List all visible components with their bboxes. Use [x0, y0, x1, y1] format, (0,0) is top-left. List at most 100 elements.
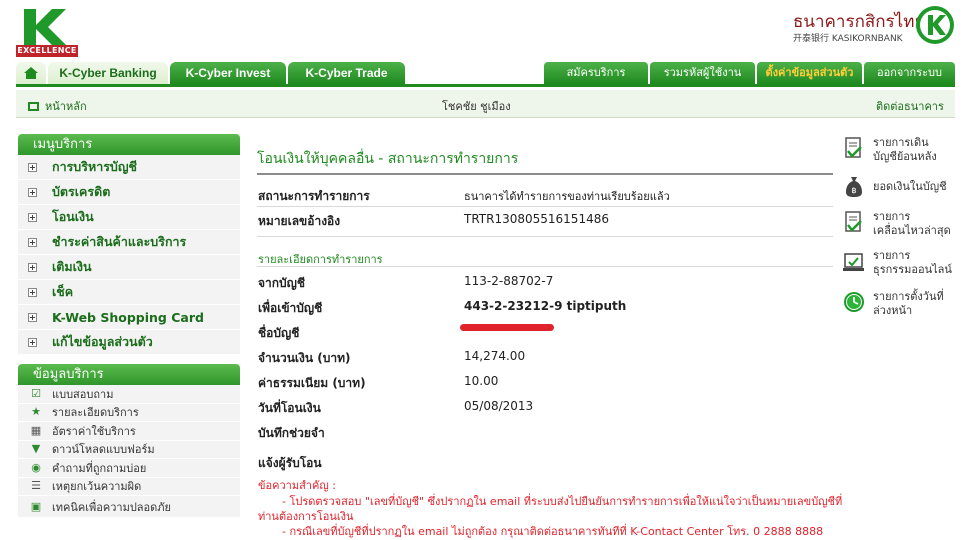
quick-link-label: รายการเดิน	[873, 136, 929, 149]
expand-icon	[28, 212, 37, 222]
status-label: สถานะการทำรายการ	[258, 189, 370, 203]
home-link[interactable]: หน้าหลัก	[28, 97, 87, 115]
svc-item-label: รายละเอียดบริการ	[52, 406, 139, 420]
quick-link-label: ล่วงหน้า	[873, 304, 913, 317]
service-info-header: ข้อมูลบริการ	[18, 364, 240, 385]
tab-k-cyber-banking[interactable]: K-Cyber Banking	[48, 62, 168, 84]
menu-item-bill-payment[interactable]: ชำระค่าสินค้าและบริการ	[18, 230, 240, 255]
important-note-line: - โปรดตรวจสอบ "เลขที่บัญชี" ซึ่งปรากฏใน …	[282, 495, 843, 508]
calculator-icon: ▦	[30, 423, 42, 437]
menu-item-top-up[interactable]: เติมเงิน	[18, 255, 240, 280]
home-icon	[24, 67, 38, 79]
menu-item-account-management[interactable]: การบริหารบัญชี	[18, 155, 240, 180]
title-divider	[257, 173, 833, 175]
svc-item-label: แบบสอบถาม	[52, 387, 114, 401]
expand-icon	[28, 162, 37, 172]
question-icon: ◉	[31, 460, 41, 474]
quick-link-scheduled[interactable]: รายการตั้งวันที่ ล่วงหน้า	[873, 290, 944, 318]
status-value: ธนาคารได้ทำรายการของท่านเรียบร้อยแล้ว	[464, 190, 670, 203]
tab-k-cyber-invest[interactable]: K-Cyber Invest	[170, 62, 286, 84]
quick-link-label: รายการตั้งวันที่	[873, 290, 944, 303]
quick-link-label: รายการ	[873, 249, 911, 262]
tab-logout[interactable]: ออกจากระบบ	[864, 62, 955, 84]
menu-item-label: บัตรเครดิต	[52, 184, 111, 199]
bank-name-english: 开泰银行 KASIKORNBANK	[793, 34, 903, 44]
kbank-seal-icon	[915, 5, 955, 45]
expand-icon	[28, 287, 37, 297]
home-grid-icon	[28, 102, 39, 111]
recent-transaction-icon	[843, 211, 865, 235]
home-tab[interactable]	[16, 62, 46, 84]
svc-item-service-fees[interactable]: ▦ อัตราค่าใช้บริการ	[18, 422, 240, 441]
online-transaction-icon	[843, 251, 865, 275]
quick-link-statement[interactable]: รายการเดิน บัญชีย้อนหลัง	[873, 136, 937, 164]
fee-value: 10.00	[464, 374, 499, 388]
tab-combine-user-id[interactable]: รวมรหัสผู้ใช้งาน	[650, 62, 755, 84]
transfer-date-label: วันที่โอนเงิน	[258, 401, 321, 415]
row-divider	[257, 236, 833, 237]
expand-icon	[28, 237, 37, 247]
svc-item-disclaimer[interactable]: ☰ เหตุยกเว้นความผิด	[18, 478, 240, 496]
tab-register-service[interactable]: สมัครบริการ	[544, 62, 648, 84]
from-account-value: 113-2-88702-7	[464, 274, 554, 288]
menu-item-label: โอนเงิน	[52, 209, 94, 224]
money-bag-icon: ฿	[843, 175, 865, 199]
to-account-label: เพื่อเข้าบัญชี	[258, 301, 323, 315]
svc-item-survey[interactable]: ☑ แบบสอบถาม	[18, 385, 240, 404]
quick-link-label: เคลื่อนไหวล่าสุด	[873, 224, 951, 237]
svc-item-security-tips[interactable]: ▣ เทคนิคเพื่อความปลอดภัย	[18, 496, 240, 518]
menu-item-cheque[interactable]: เช็ค	[18, 280, 240, 305]
row-divider	[257, 206, 833, 207]
checkbox-icon: ☑	[31, 386, 41, 400]
svc-item-label: คำถามที่ถูกถามบ่อย	[52, 461, 147, 475]
quick-link-label: บัญชีย้อนหลัง	[873, 150, 937, 163]
expand-icon	[28, 262, 37, 272]
menu-item-edit-profile[interactable]: แก้ไขข้อมูลส่วนตัว	[18, 330, 240, 355]
svc-item-label: อัตราค่าใช้บริการ	[52, 424, 136, 438]
to-account-value: 443-2-23212-9 tiptiputh	[464, 299, 627, 313]
menu-item-credit-card[interactable]: บัตรเครดิต	[18, 180, 240, 205]
quick-link-label: ธุรกรรมออนไลน์	[873, 263, 952, 276]
excellence-badge: EXCELLENCE	[16, 45, 78, 57]
menu-item-label: เติมเงิน	[52, 259, 92, 274]
svc-item-label: ดาวน์โหลดแบบฟอร์ม	[52, 443, 155, 457]
menu-item-label: เช็ค	[52, 284, 74, 299]
svc-item-faq[interactable]: ◉ คำถามที่ถูกถามบ่อย	[18, 459, 240, 478]
amount-label: จำนวนเงิน (บาท)	[258, 351, 351, 365]
svc-item-label: เหตุยกเว้นความผิด	[52, 480, 142, 494]
quick-link-label: ยอดเงินในบัญชี	[873, 180, 947, 193]
handshake-icon: ☰	[31, 479, 41, 493]
menu-item-label: การบริหารบัญชี	[52, 159, 137, 174]
quick-link-balance[interactable]: ยอดเงินในบัญชี	[873, 180, 947, 194]
menu-item-transfer[interactable]: โอนเงิน	[18, 205, 240, 230]
statement-icon	[843, 137, 865, 161]
reference-value: TRTR130805516151486	[464, 212, 609, 226]
home-link-label: หน้าหลัก	[45, 100, 87, 113]
lock-icon: ▣	[30, 499, 42, 513]
service-menu-header: เมนูบริการ	[18, 134, 240, 155]
tab-k-cyber-trade[interactable]: K-Cyber Trade	[288, 62, 405, 84]
amount-value: 14,274.00	[464, 349, 526, 363]
quick-link-online[interactable]: รายการ ธุรกรรมออนไลน์	[873, 249, 952, 277]
svc-item-service-details[interactable]: ★ รายละเอียดบริการ	[18, 404, 240, 422]
svc-item-label: เทคนิคเพื่อความปลอดภัย	[52, 500, 171, 514]
expand-icon	[28, 187, 37, 197]
contact-bank-link[interactable]: ติดต่อธนาคาร	[876, 97, 944, 115]
user-name: โชคชัย ชูเมือง	[442, 100, 511, 113]
download-icon: ▼	[31, 442, 41, 456]
memo-label: บันทึกช่วยจำ	[258, 426, 325, 440]
quick-link-label: รายการ	[873, 210, 911, 223]
notify-recipient-label: แจ้งผู้รับโอน	[258, 456, 322, 470]
important-note-line: - กรณีเลขที่บัญชีที่ปรากฏใน email ไม่ถูก…	[282, 525, 824, 538]
reference-label: หมายเลขอ้างอิง	[258, 214, 341, 228]
from-account-label: จากบัญชี	[258, 276, 306, 290]
menu-item-shopping-card[interactable]: K-Web Shopping Card	[18, 305, 240, 330]
service-menu: การบริหารบัญชี บัตรเครดิต โอนเงิน ชำระค่…	[18, 155, 240, 355]
tab-personal-settings[interactable]: ตั้งค่าข้อมูลส่วนตัว	[757, 62, 862, 84]
svg-text:฿: ฿	[851, 186, 856, 195]
quick-link-recent[interactable]: รายการ เคลื่อนไหวล่าสุด	[873, 210, 951, 238]
page-title: โอนเงินให้บุคคลอื่น - สถานะการทำรายการ	[257, 151, 519, 167]
svc-item-download-forms[interactable]: ▼ ดาวน์โหลดแบบฟอร์ม	[18, 441, 240, 459]
row-divider	[257, 266, 833, 267]
redaction-mark	[460, 324, 554, 331]
